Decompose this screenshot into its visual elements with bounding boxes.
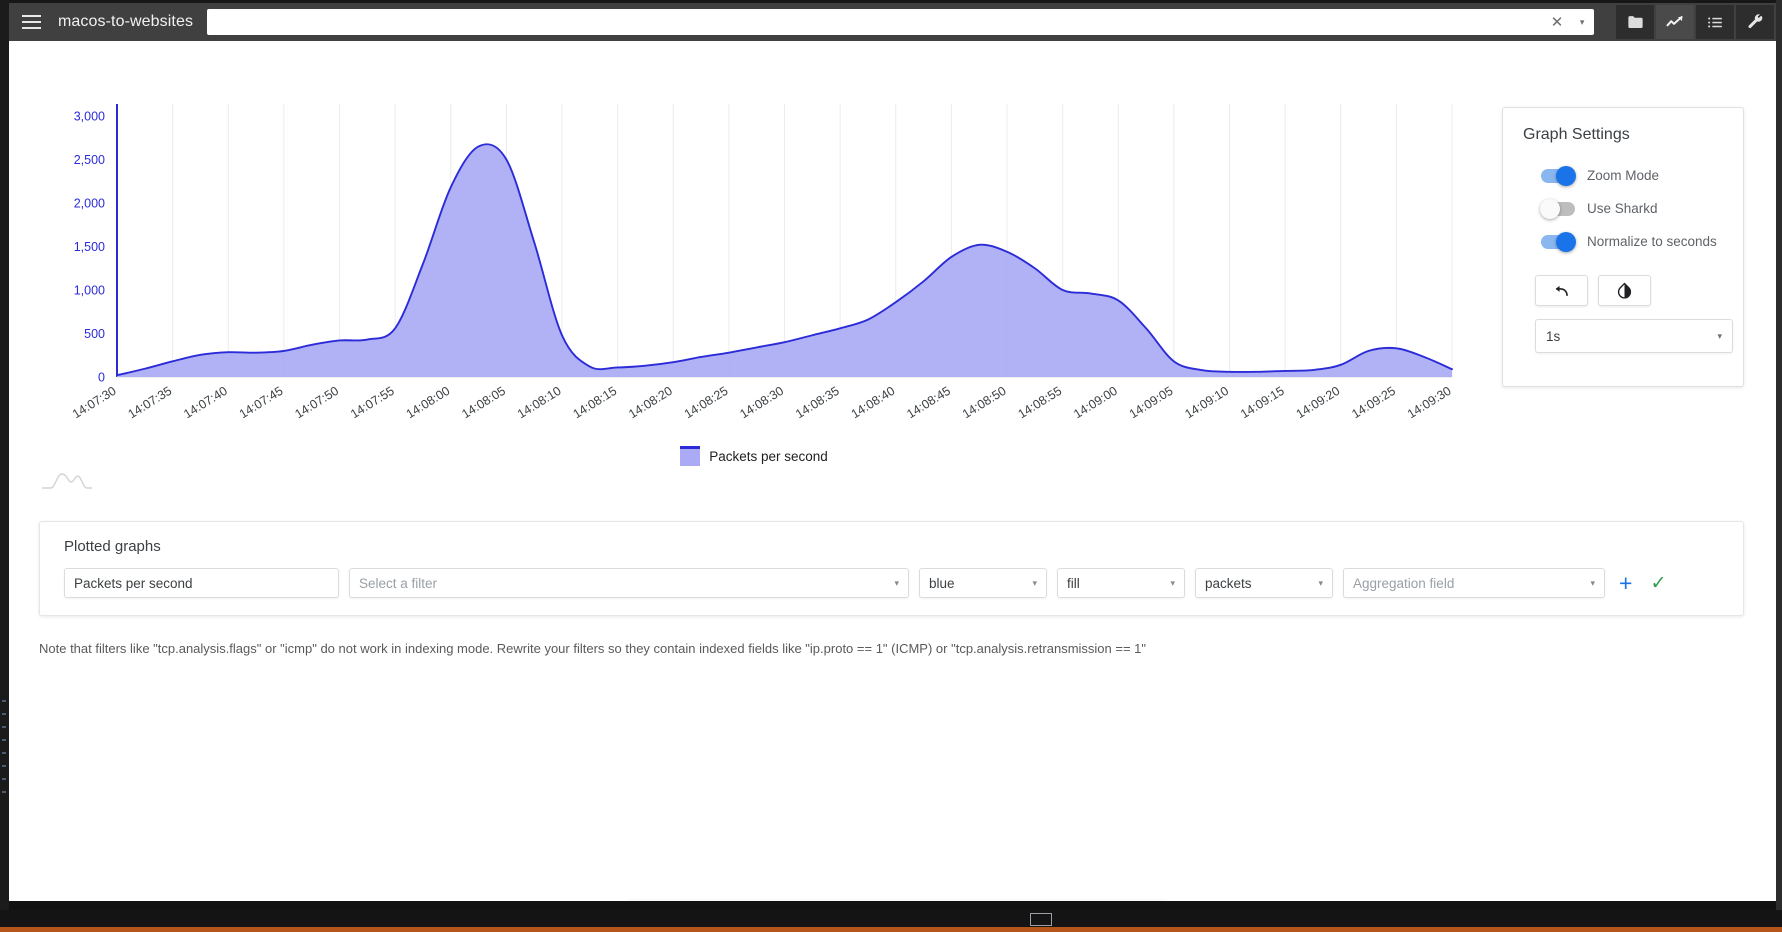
graph-settings-panel: Graph Settings Zoom Mode Use Sharkd Norm… <box>1502 107 1744 387</box>
chart-thumbnail-icon[interactable] <box>41 466 93 492</box>
open-file-button[interactable] <box>1616 5 1654 39</box>
clear-search-icon[interactable]: ✕ <box>1544 15 1570 30</box>
svg-text:2,000: 2,000 <box>74 197 105 211</box>
chevron-down-icon: ▾ <box>1318 577 1323 588</box>
svg-text:14:08:45: 14:08:45 <box>904 384 953 422</box>
legend-swatch-packets-per-second <box>680 446 701 466</box>
interval-select[interactable]: 1s ▾ <box>1535 319 1733 353</box>
chevron-down-icon: ▾ <box>1590 577 1595 588</box>
setting-use-sharkd[interactable]: Use Sharkd <box>1540 198 1723 219</box>
svg-text:14:07:35: 14:07:35 <box>126 384 175 422</box>
aggregation-field-placeholder: Aggregation field <box>1353 575 1455 591</box>
screen: macos-to-websites ✕ ▾ 0 500 1,000 1,500 … <box>0 0 1782 932</box>
legend-label-packets-per-second: Packets per second <box>709 448 828 464</box>
color-value: blue <box>929 575 955 591</box>
setting-zoom-mode[interactable]: Zoom Mode <box>1541 165 1723 186</box>
setting-normalize-to-seconds[interactable]: Normalize to seconds <box>1541 231 1723 252</box>
svg-text:14:08:40: 14:08:40 <box>849 384 898 422</box>
metric-value: packets <box>1205 575 1252 591</box>
svg-text:0: 0 <box>98 371 105 385</box>
normalize-to-seconds-toggle[interactable] <box>1541 231 1576 252</box>
taskbar-window-item[interactable] <box>1030 913 1052 926</box>
graph-name-field[interactable]: Packets per second <box>64 568 339 598</box>
svg-text:14:07:40: 14:07:40 <box>181 384 230 422</box>
style-value: fill <box>1067 575 1080 591</box>
application-window: macos-to-websites ✕ ▾ 0 500 1,000 1,500 … <box>9 3 1776 901</box>
svg-text:14:08:10: 14:08:10 <box>515 384 564 422</box>
top-bar: macos-to-websites ✕ ▾ <box>9 3 1776 41</box>
interval-value: 1s <box>1546 328 1561 344</box>
svg-text:1,000: 1,000 <box>74 284 105 298</box>
filter-select[interactable]: Select a filter ▾ <box>349 568 909 598</box>
svg-text:14:07:55: 14:07:55 <box>348 384 397 422</box>
filter-note: Note that filters like "tcp.analysis.fla… <box>39 641 1147 656</box>
chart-legend: Packets per second <box>9 446 1499 466</box>
zoom-mode-toggle[interactable] <box>1541 165 1576 186</box>
apply-graph-button[interactable]: ✓ <box>1646 574 1670 593</box>
svg-text:14:09:25: 14:09:25 <box>1349 384 1398 422</box>
zoom-mode-label: Zoom Mode <box>1587 168 1660 183</box>
svg-text:14:08:00: 14:08:00 <box>404 384 453 422</box>
svg-text:14:08:50: 14:08:50 <box>960 384 1009 422</box>
hamburger-icon[interactable] <box>9 3 53 41</box>
svg-text:14:07:45: 14:07:45 <box>237 384 286 422</box>
style-select[interactable]: fill ▾ <box>1057 568 1185 598</box>
svg-text:14:09:05: 14:09:05 <box>1127 384 1176 422</box>
svg-text:14:07:50: 14:07:50 <box>292 384 341 422</box>
use-sharkd-toggle[interactable] <box>1540 198 1575 219</box>
use-sharkd-label: Use Sharkd <box>1587 201 1658 216</box>
chevron-down-icon: ▾ <box>894 577 899 588</box>
toolbar <box>1616 3 1776 41</box>
svg-text:14:08:05: 14:08:05 <box>459 384 508 422</box>
filter-placeholder: Select a filter <box>359 575 438 591</box>
svg-text:500: 500 <box>84 327 105 341</box>
svg-text:14:08:20: 14:08:20 <box>626 384 675 422</box>
app-title: macos-to-websites <box>58 13 194 30</box>
svg-text:14:09:30: 14:09:30 <box>1405 384 1454 422</box>
plotted-graphs-row: Packets per second Select a filter ▾ blu… <box>54 568 1729 598</box>
svg-text:14:09:00: 14:09:00 <box>1071 384 1120 422</box>
svg-text:1,500: 1,500 <box>74 240 105 254</box>
svg-text:14:09:20: 14:09:20 <box>1294 384 1343 422</box>
search-bar[interactable]: ✕ ▾ <box>207 9 1595 35</box>
svg-text:14:08:35: 14:08:35 <box>793 384 842 422</box>
color-select[interactable]: blue ▾ <box>919 568 1047 598</box>
svg-text:14:09:15: 14:09:15 <box>1238 384 1287 422</box>
svg-text:3,000: 3,000 <box>74 110 105 124</box>
svg-text:14:09:10: 14:09:10 <box>1182 384 1231 422</box>
graph-name-value: Packets per second <box>74 575 193 591</box>
svg-text:14:08:30: 14:08:30 <box>737 384 786 422</box>
graph-settings-actions <box>1535 275 1723 306</box>
scrollbar-marks <box>2 700 7 890</box>
search-history-chevron-down-icon[interactable]: ▾ <box>1570 17 1594 28</box>
chevron-down-icon: ▾ <box>1717 330 1722 341</box>
chevron-down-icon: ▾ <box>1032 577 1037 588</box>
svg-text:14:08:25: 14:08:25 <box>682 384 731 422</box>
taskbar-accent-bar <box>0 927 1782 932</box>
invert-colors-button[interactable] <box>1598 275 1651 306</box>
list-button[interactable] <box>1696 5 1734 39</box>
svg-text:2,500: 2,500 <box>74 153 105 167</box>
plotted-graphs-title: Plotted graphs <box>64 538 161 555</box>
window-frame-right <box>1776 0 1782 932</box>
normalize-to-seconds-label: Normalize to seconds <box>1587 234 1717 249</box>
chevron-down-icon: ▾ <box>1170 577 1175 588</box>
packets-per-second-chart[interactable]: 0 500 1,000 1,500 2,000 2,500 3,000 14:07:30 14:… <box>9 41 1499 441</box>
reset-zoom-button[interactable] <box>1535 275 1588 306</box>
graph-button[interactable] <box>1656 5 1694 39</box>
svg-text:14:08:15: 14:08:15 <box>571 384 620 422</box>
svg-text:14:08:55: 14:08:55 <box>1016 384 1065 422</box>
add-graph-button[interactable]: + <box>1615 571 1636 595</box>
svg-text:14:07:30: 14:07:30 <box>70 384 119 422</box>
preferences-button[interactable] <box>1736 5 1774 39</box>
plotted-graphs-panel: Plotted graphs Packets per second Select… <box>39 521 1744 616</box>
search-input[interactable] <box>207 10 1545 34</box>
graph-settings-title: Graph Settings <box>1523 126 1630 143</box>
aggregation-field-select[interactable]: Aggregation field ▾ <box>1343 568 1605 598</box>
chart-svg: 05001,0001,5002,0002,5003,00014:07:30 14:… <box>70 104 1454 422</box>
metric-select[interactable]: packets ▾ <box>1195 568 1333 598</box>
main-content: 0 500 1,000 1,500 2,000 2,500 3,000 14:07:30 14:… <box>9 41 1776 901</box>
